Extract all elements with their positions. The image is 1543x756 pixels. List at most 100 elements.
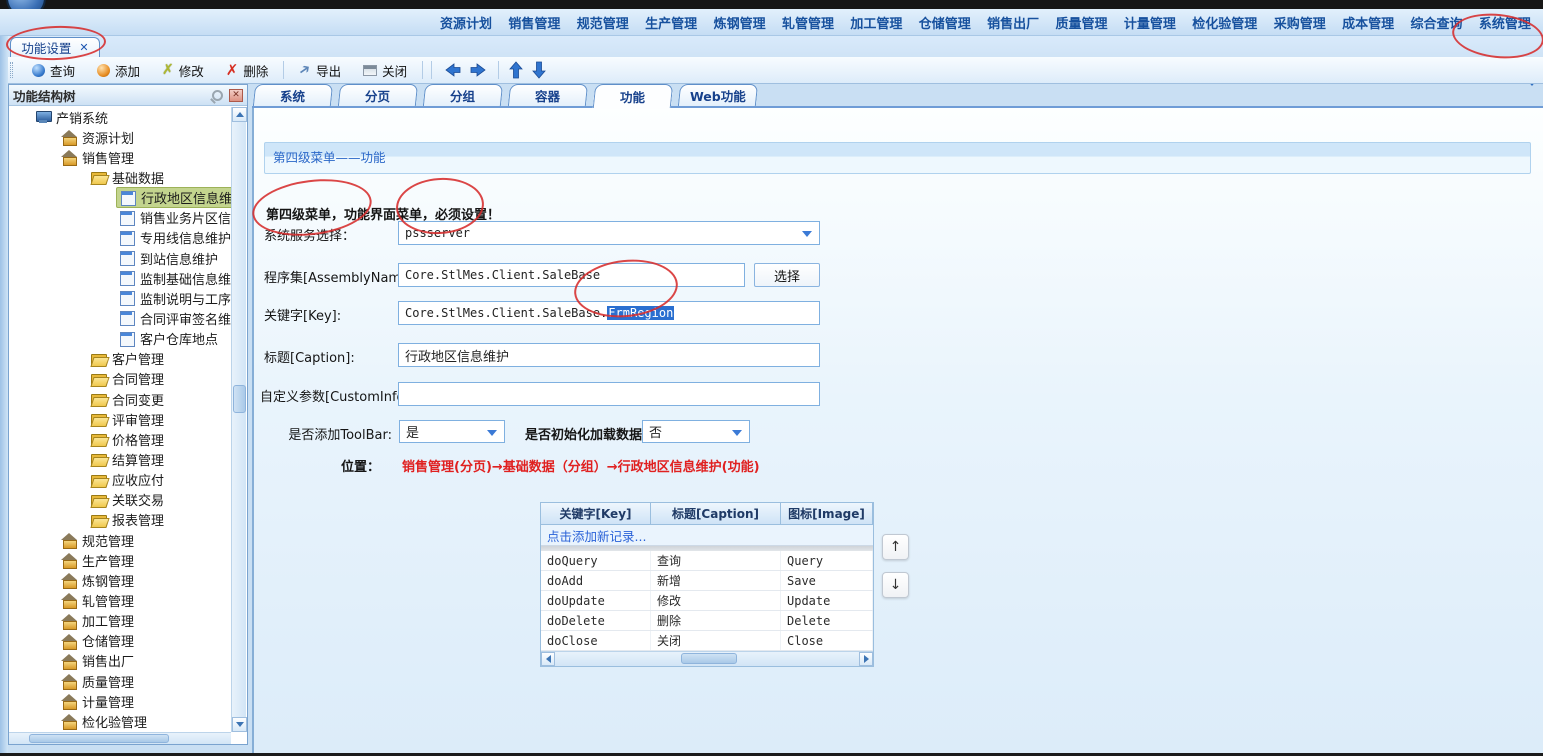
initload-select[interactable]: 否: [642, 420, 750, 443]
scrollbar-thumb[interactable]: [29, 734, 169, 743]
table-column-header-1[interactable]: 关键字[Key]: [541, 503, 651, 525]
tree-item-5[interactable]: 行政地区信息维护: [10, 188, 231, 208]
toolbar-button-1[interactable]: 查询: [23, 59, 84, 82]
custom-info-input[interactable]: [398, 382, 820, 406]
arrow-down-icon[interactable]: [531, 60, 547, 80]
caption-input[interactable]: 行政地区信息维护: [398, 343, 820, 367]
content-tab-1[interactable]: 系统: [253, 84, 333, 106]
tree-item-28[interactable]: 销售出厂: [10, 651, 231, 671]
toolbar-flag-value: 是: [406, 422, 419, 441]
tab-function-settings[interactable]: 功能设置 ✕: [10, 37, 100, 57]
tree-item-11[interactable]: 合同评审签名维护: [10, 308, 231, 328]
tree-item-19[interactable]: 应收应付: [10, 470, 231, 490]
menu-item-1[interactable]: 资源计划: [440, 13, 492, 32]
tree-item-1[interactable]: 产销系统: [10, 107, 231, 127]
scroll-right-icon[interactable]: [859, 652, 873, 666]
table-column-header-3[interactable]: 图标[Image]: [781, 503, 873, 525]
table-horizontal-scrollbar[interactable]: [541, 651, 873, 666]
key-input[interactable]: Core.StlMes.Client.SaleBase.FrmRegion: [398, 301, 820, 325]
menu-item-8[interactable]: 仓储管理: [919, 13, 971, 32]
tree-item-18[interactable]: 结算管理: [10, 449, 231, 469]
tree-item-31[interactable]: 检化验管理: [10, 711, 231, 731]
tree-item-30[interactable]: 计量管理: [10, 691, 231, 711]
toolbar-button-3[interactable]: ✗修改: [153, 59, 213, 82]
tree-item-14[interactable]: 合同管理: [10, 369, 231, 389]
menu-item-3[interactable]: 规范管理: [577, 13, 629, 32]
tree-item-27[interactable]: 仓储管理: [10, 631, 231, 651]
tree-horizontal-scrollbar[interactable]: [9, 732, 231, 744]
menu-item-7[interactable]: 加工管理: [850, 13, 902, 32]
toolbar-button-5[interactable]: ➔导出: [290, 59, 350, 82]
tree-item-16[interactable]: 评审管理: [10, 409, 231, 429]
table-row[interactable]: doQuery查询Query: [541, 551, 873, 571]
menu-item-15[interactable]: 综合查询: [1410, 13, 1462, 32]
menu-item-11[interactable]: 计量管理: [1124, 13, 1176, 32]
scroll-left-icon[interactable]: [541, 652, 555, 666]
tree-item-22[interactable]: 规范管理: [10, 530, 231, 550]
content-tab-3[interactable]: 分组: [423, 84, 503, 106]
toolbar-flag-select[interactable]: 是: [399, 420, 505, 443]
tree-vertical-scrollbar[interactable]: [231, 107, 246, 732]
toolbar-button-4[interactable]: ✗删除: [217, 59, 278, 82]
content-tab-4[interactable]: 容器: [508, 84, 588, 106]
tree-item-6[interactable]: 销售业务片区信息: [10, 208, 231, 228]
content-tab-6[interactable]: Web功能: [678, 84, 758, 106]
content-tab-5[interactable]: 功能: [593, 84, 674, 108]
close-icon[interactable]: ✕: [79, 41, 88, 54]
table-row[interactable]: doDelete删除Delete: [541, 611, 873, 631]
tree-item-15[interactable]: 合同变更: [10, 389, 231, 409]
table-row[interactable]: doUpdate修改Update: [541, 591, 873, 611]
tree-item-23[interactable]: 生产管理: [10, 550, 231, 570]
toolbar-button-6[interactable]: 关闭: [354, 59, 416, 82]
content-tab-2[interactable]: 分页: [338, 84, 418, 106]
toolbar-button-2[interactable]: 添加: [88, 59, 149, 82]
modify-icon: ✗: [162, 64, 174, 77]
service-select[interactable]: pssserver: [398, 221, 820, 245]
tree-item-17[interactable]: 价格管理: [10, 429, 231, 449]
scrollbar-thumb[interactable]: [681, 653, 737, 664]
tree-item-4[interactable]: 基础数据: [10, 167, 231, 187]
menu-item-5[interactable]: 炼钢管理: [714, 13, 766, 32]
query-icon: [32, 64, 45, 77]
menu-item-12[interactable]: 检化验管理: [1192, 13, 1257, 32]
tree-item-9[interactable]: 监制基础信息维护: [10, 268, 231, 288]
menu-item-16[interactable]: 系统管理: [1479, 13, 1531, 32]
assembly-input[interactable]: Core.StlMes.Client.SaleBase: [398, 263, 745, 287]
tree-item-20[interactable]: 关联交易: [10, 490, 231, 510]
service-label: 系统服务选择：: [264, 225, 355, 244]
tree-item-26[interactable]: 加工管理: [10, 611, 231, 631]
tree-item-12[interactable]: 客户仓库地点: [10, 329, 231, 349]
menu-item-4[interactable]: 生产管理: [645, 13, 697, 32]
menu-item-6[interactable]: 轧管管理: [782, 13, 834, 32]
menu-item-2[interactable]: 销售管理: [508, 13, 560, 32]
scrollbar-thumb[interactable]: [233, 385, 246, 413]
menu-item-14[interactable]: 成本管理: [1342, 13, 1394, 32]
add-record-row[interactable]: 点击添加新记录...: [541, 525, 873, 546]
table-row[interactable]: doAdd新增Save: [541, 571, 873, 591]
move-up-button[interactable]: ↑: [882, 534, 909, 560]
table-column-header-2[interactable]: 标题[Caption]: [651, 503, 781, 525]
tree-item-13[interactable]: 客户管理: [10, 349, 231, 369]
scroll-up-icon[interactable]: [232, 107, 247, 122]
tree-item-25[interactable]: 轧管管理: [10, 590, 231, 610]
tree-item-7[interactable]: 专用线信息维护: [10, 228, 231, 248]
tree-item-10[interactable]: 监制说明与工序点: [10, 288, 231, 308]
tree-item-21[interactable]: 报表管理: [10, 510, 231, 530]
move-down-button[interactable]: ↓: [882, 572, 909, 598]
menu-item-13[interactable]: 采购管理: [1274, 13, 1326, 32]
tree-item-2[interactable]: 资源计划: [10, 127, 231, 147]
arrow-left-icon[interactable]: [442, 62, 462, 78]
pin-icon[interactable]: [212, 90, 223, 101]
assembly-browse-button[interactable]: 选择: [754, 263, 820, 287]
table-row[interactable]: doClose关闭Close: [541, 631, 873, 651]
arrow-right-icon[interactable]: [469, 62, 489, 78]
tree-item-29[interactable]: 质量管理: [10, 671, 231, 691]
panel-close-icon[interactable]: ✕: [229, 89, 243, 102]
tree-item-24[interactable]: 炼钢管理: [10, 570, 231, 590]
scroll-down-icon[interactable]: [232, 717, 247, 732]
menu-item-10[interactable]: 质量管理: [1056, 13, 1108, 32]
arrow-up-icon[interactable]: [508, 60, 524, 80]
menu-item-9[interactable]: 销售出厂: [987, 13, 1039, 32]
tree-item-8[interactable]: 到站信息维护: [10, 248, 231, 268]
tree-item-3[interactable]: 销售管理: [10, 147, 231, 167]
